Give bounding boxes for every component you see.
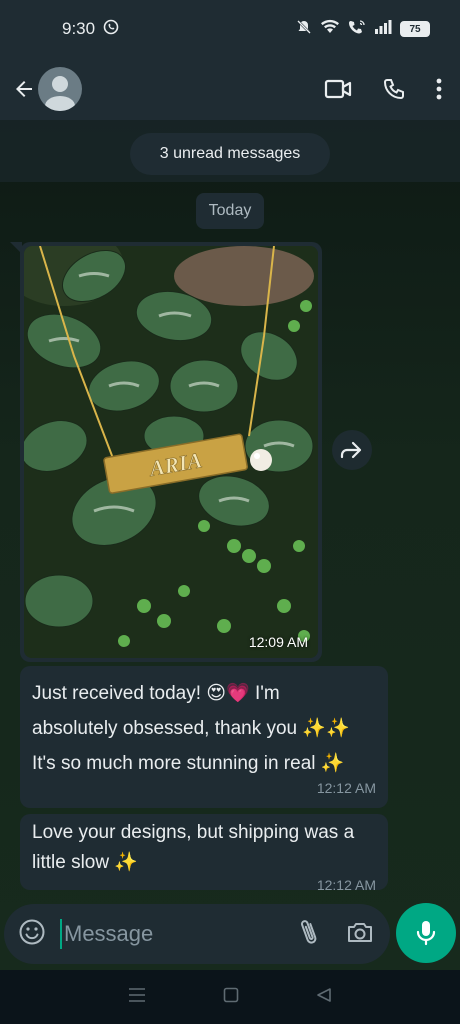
message-composer: Message [4, 904, 390, 964]
message-time: 12:12 AM [316, 780, 376, 796]
image-message[interactable]: ARIA 12:09 AM [10, 242, 322, 662]
unread-messages-badge: 3 unread messages [130, 133, 330, 175]
message-line: Love your designs, but shipping was a [32, 822, 355, 843]
wifi-call-icon [348, 19, 366, 40]
message-line: Just received today! 😍💗 I'm [32, 683, 280, 704]
chat-header [0, 58, 460, 120]
status-time: 9:30 [62, 19, 96, 38]
message-line: It's so much more stunning in real ✨ [32, 753, 345, 774]
voice-call-icon[interactable] [382, 77, 406, 101]
text-message[interactable]: Love your designs, but shipping was a li… [20, 814, 388, 893]
emoji-icon[interactable] [18, 918, 46, 951]
back-arrow-icon[interactable] [10, 69, 38, 109]
battery-icon: 75 [400, 21, 430, 37]
status-bar: 9:30 75 [0, 0, 460, 58]
home-icon[interactable] [223, 987, 239, 1008]
recents-icon[interactable] [128, 987, 146, 1008]
necklace-photo[interactable]: ARIA 12:09 AM [24, 246, 318, 658]
mic-icon[interactable] [396, 903, 456, 963]
message-time: 12:12 AM [316, 877, 376, 893]
camera-icon[interactable] [346, 920, 374, 949]
attach-icon[interactable] [300, 917, 318, 952]
whatsapp-icon [103, 19, 119, 40]
chat-area[interactable]: 3 unread messages Today ARIA 12:09 AM Ju… [0, 120, 460, 970]
message-line: little slow ✨ [32, 852, 139, 873]
text-message[interactable]: Just received today! 😍💗 I'm absolutely o… [20, 666, 388, 808]
message-line: absolutely obsessed, thank you ✨✨ [32, 718, 350, 739]
avatar-icon[interactable] [38, 67, 82, 111]
date-divider: Today [196, 193, 264, 229]
video-call-icon[interactable] [324, 78, 352, 100]
back-icon[interactable] [316, 987, 332, 1008]
signal-icon [374, 19, 392, 39]
message-input[interactable]: Message [60, 919, 300, 949]
more-vert-icon[interactable] [436, 78, 442, 100]
forward-icon[interactable] [332, 430, 372, 470]
message-time: 12:09 AM [248, 634, 308, 650]
wifi-icon [320, 19, 340, 40]
mute-icon [296, 19, 312, 40]
system-nav-bar [0, 970, 460, 1024]
